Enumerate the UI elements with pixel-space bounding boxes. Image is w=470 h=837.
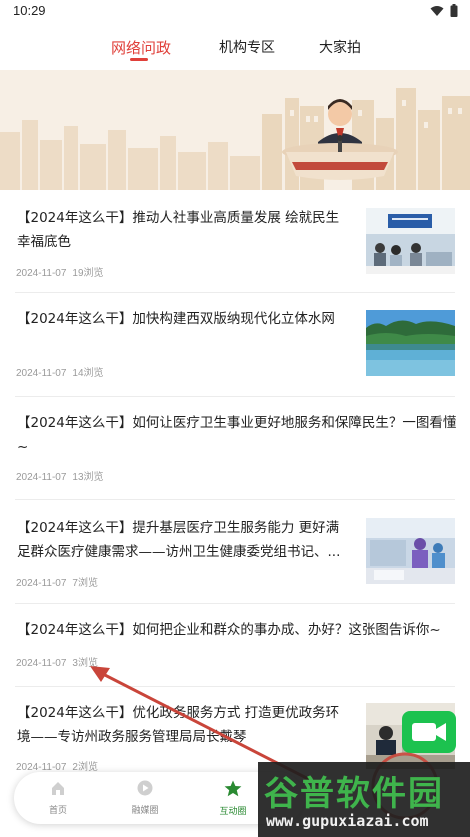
play-icon: [137, 780, 153, 796]
article-meta: 2024-11-07 14浏览: [16, 364, 104, 379]
list-item[interactable]: 【2024年这么干】如何让医疗卫生事业更好地服务和保障民生？一图看懂~ 2024…: [15, 397, 457, 500]
bottom-tab-label: 互动圈: [219, 807, 247, 817]
bottom-tab-media[interactable]: 融媒圈: [115, 780, 175, 816]
system-icons: [430, 4, 458, 17]
article-thumbnail[interactable]: [366, 518, 455, 584]
tab-institution-zone[interactable]: 机构专区: [219, 37, 275, 57]
video-camera-icon: [412, 723, 446, 741]
article-title[interactable]: 【2024年这么干】如何让医疗卫生事业更好地服务和保障民生？一图看懂~: [17, 411, 457, 459]
article-date: 2024-11-07: [16, 658, 67, 669]
star-icon: [224, 780, 242, 797]
article-meta: 2024-11-07 3浏览: [16, 654, 98, 669]
bottom-tab-home[interactable]: 首页: [28, 780, 88, 816]
watermark-url: www.gupuxiazai.com: [266, 812, 429, 830]
article-thumbnail[interactable]: [366, 310, 455, 376]
bottom-tab-label: 首页: [48, 806, 67, 816]
list-item[interactable]: 【2024年这么干】如何把企业和群众的事办成、办好？这张图告诉你~ 2024-1…: [15, 604, 455, 687]
article-meta: 2024-11-07 2浏览: [16, 758, 98, 773]
wifi-icon: [430, 5, 444, 16]
watermark: 谷普软件园 www.gupuxiazai.com: [258, 762, 470, 837]
article-meta: 2024-11-07 13浏览: [16, 468, 104, 483]
tab-everyone-shoots[interactable]: 大家拍: [319, 37, 361, 57]
article-meta: 2024-11-07 19浏览: [16, 264, 104, 279]
article-views: 13浏览: [72, 472, 104, 483]
article-title[interactable]: 【2024年这么干】如何把企业和群众的事办成、办好？这张图告诉你~: [17, 618, 457, 642]
floating-video-button[interactable]: [402, 711, 456, 753]
article-date: 2024-11-07: [16, 472, 67, 483]
status-bar: 10:29: [0, 0, 470, 24]
article-views: 14浏览: [72, 368, 104, 379]
banner-illustration: [0, 70, 470, 190]
list-item[interactable]: 【2024年这么干】推动人社事业高质量发展 绘就民生幸福底色 2024-11-0…: [15, 190, 455, 293]
article-title[interactable]: 【2024年这么干】推动人社事业高质量发展 绘就民生幸福底色: [17, 206, 347, 254]
article-date: 2024-11-07: [16, 368, 67, 379]
article-title[interactable]: 【2024年这么干】加快构建西双版纳现代化立体水网: [17, 307, 347, 331]
home-icon: [52, 782, 64, 795]
list-item[interactable]: 【2024年这么干】加快构建西双版纳现代化立体水网 2024-11-07 14浏览: [15, 293, 455, 397]
status-time: 10:29: [13, 3, 46, 18]
article-views: 3浏览: [72, 658, 98, 669]
bottom-tab-interaction[interactable]: 互动圈: [203, 780, 263, 817]
watermark-title: 谷普软件园: [264, 774, 444, 814]
top-tabs: 网络问政 机构专区 大家拍: [0, 30, 470, 66]
article-views: 7浏览: [72, 578, 98, 589]
tab-network-inquiry[interactable]: 网络问政: [111, 37, 171, 58]
active-tab-indicator: [130, 58, 148, 61]
article-date: 2024-11-07: [16, 268, 67, 279]
article-views: 19浏览: [72, 268, 104, 279]
bottom-tab-label: 融媒圈: [131, 806, 159, 816]
article-thumbnail[interactable]: [366, 208, 455, 274]
list-item[interactable]: 【2024年这么干】提升基层医疗卫生服务能力 更好满足群众医疗健康需求——访州卫…: [15, 500, 455, 604]
battery-icon: [450, 4, 458, 17]
article-date: 2024-11-07: [16, 578, 67, 589]
article-meta: 2024-11-07 7浏览: [16, 574, 98, 589]
article-title[interactable]: 【2024年这么干】优化政务服务方式 打造更优政务环境——专访州政务服务管理局局…: [17, 701, 347, 749]
article-title[interactable]: 【2024年这么干】提升基层医疗卫生服务能力 更好满足群众医疗健康需求——访州卫…: [17, 516, 347, 564]
